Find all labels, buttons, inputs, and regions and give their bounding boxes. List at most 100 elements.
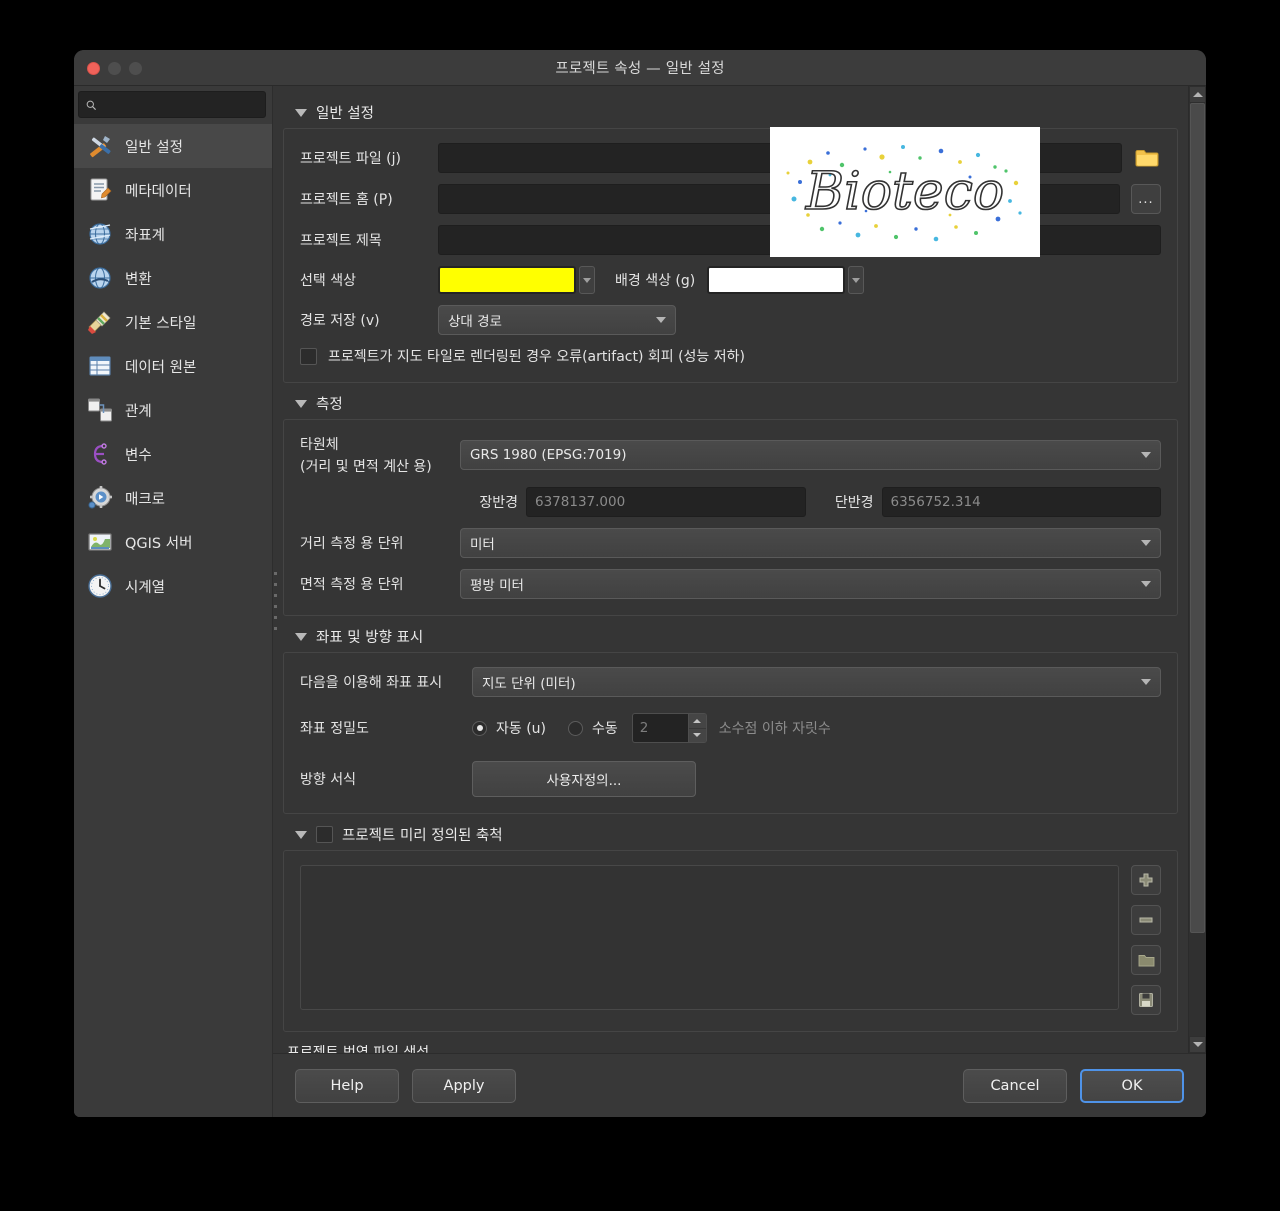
avoid-artifacts-checkbox[interactable] (300, 347, 317, 365)
scales-box (283, 850, 1178, 1032)
save-scales-button[interactable] (1131, 985, 1161, 1015)
minimize-button[interactable] (108, 61, 121, 75)
window-controls (87, 50, 142, 86)
scales-header[interactable]: 프로젝트 미리 정의된 축척 (295, 824, 1178, 845)
variables-icon (93, 443, 107, 465)
semi-minor-label: 단반경 (834, 495, 874, 511)
spinner-buttons (687, 713, 707, 743)
decimal-places-input[interactable] (631, 713, 688, 743)
bearing-format-custom-button[interactable]: 사용자정의... (472, 761, 696, 797)
vertical-scrollbar[interactable] (1188, 86, 1206, 1053)
background-color-swatch[interactable] (707, 266, 846, 294)
bioteco-logo: Bioteco (770, 127, 1040, 257)
search-box[interactable] (78, 91, 266, 118)
remove-scale-button[interactable] (1131, 905, 1161, 935)
distance-units-combo[interactable]: 미터 (460, 528, 1161, 558)
sidebar-item-default-styles[interactable]: 기본 스타일 (74, 300, 272, 344)
sidebar-item-label: QGIS 서버 (125, 535, 193, 552)
settings-sidebar: 일반 설정 메타데이터 좌표계 변환 기본 스타일 데이터 원본 관계 변수 매… (74, 86, 273, 1117)
selection-color-swatch[interactable] (438, 266, 576, 294)
collapse-triangle-icon[interactable] (295, 830, 307, 839)
precision-manual-radio[interactable] (568, 720, 584, 736)
sidebar-item-general[interactable]: 일반 설정 (74, 124, 272, 168)
save-paths-row: 경로 저장 (v) 상대 경로 (300, 305, 1161, 335)
server-map-icon (88, 533, 112, 551)
scales-list[interactable] (300, 865, 1119, 1010)
spinner-up-button[interactable] (688, 714, 706, 729)
measurement-header[interactable]: 측정 (295, 393, 1178, 414)
sidebar-item-label: 시계열 (125, 579, 166, 596)
help-button[interactable]: Help (295, 1068, 399, 1103)
plus-icon (1139, 873, 1153, 887)
footer-right-buttons: Cancel OK (963, 1068, 1184, 1103)
add-scale-button[interactable] (1131, 865, 1161, 895)
window-body: 일반 설정 메타데이터 좌표계 변환 기본 스타일 데이터 원본 관계 변수 매… (74, 86, 1206, 1117)
translation-title: 프로젝트 번역 파일 생성 (287, 1045, 430, 1053)
project-home-browse-button[interactable]: ... (1131, 184, 1161, 214)
ellipsoid-row: 타원체 (거리 및 면적 계산 용) GRS 1980 (EPSG:7019) (300, 434, 1161, 476)
sidebar-item-crs[interactable]: 좌표계 (74, 212, 272, 256)
ellipsoid-label-line1: 타원체 (300, 437, 339, 453)
distance-units-row: 거리 측정 용 단위 미터 (300, 528, 1161, 558)
collapse-triangle-icon[interactable] (295, 632, 307, 641)
sidebar-item-transform[interactable]: 변환 (74, 256, 272, 300)
spinner-down-button[interactable] (688, 728, 706, 742)
general-settings-header[interactable]: 일반 설정 (295, 102, 1178, 123)
open-scales-button[interactable] (1131, 945, 1161, 975)
ok-button[interactable]: OK (1080, 1068, 1184, 1103)
folder-icon (1138, 954, 1154, 966)
maximize-button[interactable] (129, 61, 142, 75)
collapse-triangle-icon[interactable] (295, 108, 307, 117)
scroll-thumb[interactable] (1190, 103, 1205, 934)
sidebar-item-label: 변수 (125, 447, 152, 464)
search-input[interactable] (102, 97, 258, 112)
decimal-places-label: 소수점 이하 자릿수 (718, 721, 831, 737)
decimal-places-spinner[interactable] (631, 713, 707, 743)
colors-row: 선택 색상 배경 색상 (g) (300, 266, 1161, 294)
scales-enable-checkbox[interactable] (316, 826, 333, 843)
project-file-browse-button[interactable] (1133, 144, 1161, 172)
background-color-label: 배경 색상 (g) (615, 273, 696, 289)
scales-title: 프로젝트 미리 정의된 축척 (342, 828, 503, 844)
area-units-value: 평방 미터 (470, 578, 524, 594)
globe-grid-icon (89, 223, 111, 245)
sidebar-item-qgis-server[interactable]: QGIS 서버 (74, 520, 272, 564)
sidebar-item-metadata[interactable]: 메타데이터 (74, 168, 272, 212)
sidebar-item-macros[interactable]: 매크로 (74, 476, 272, 520)
background-color-dropdown[interactable] (848, 266, 865, 294)
close-button[interactable] (87, 61, 100, 75)
precision-manual-label: 수동 (592, 721, 618, 737)
area-units-combo[interactable]: 평방 미터 (460, 569, 1161, 599)
sidebar-item-variables[interactable]: 변수 (74, 432, 272, 476)
display-using-value: 지도 단위 (미터) (482, 676, 576, 692)
coordinate-display-header[interactable]: 좌표 및 방향 표시 (295, 626, 1178, 647)
ellipsoid-combo[interactable]: GRS 1980 (EPSG:7019) (460, 440, 1161, 470)
sidebar-item-data-sources[interactable]: 데이터 원본 (74, 344, 272, 388)
precision-auto-radio[interactable] (472, 720, 487, 736)
sidebar-nav-list: 일반 설정 메타데이터 좌표계 변환 기본 스타일 데이터 원본 관계 변수 매… (74, 122, 272, 1117)
brush-icon (88, 311, 111, 334)
collapse-triangle-icon[interactable] (295, 399, 307, 408)
sidebar-item-relations[interactable]: 관계 (74, 388, 272, 432)
sidebar-item-label: 데이터 원본 (125, 359, 197, 376)
scroll-up-button[interactable] (1189, 86, 1206, 103)
measurement-box: 타원체 (거리 및 면적 계산 용) GRS 1980 (EPSG:7019) … (283, 419, 1178, 616)
semi-major-input[interactable] (526, 487, 806, 517)
scroll-track[interactable] (1189, 103, 1206, 1036)
minus-icon (1139, 917, 1153, 923)
sidebar-item-temporal[interactable]: 시계열 (74, 564, 272, 608)
footer-left-buttons: Help Apply (295, 1068, 516, 1103)
display-using-combo[interactable]: 지도 단위 (미터) (472, 667, 1161, 697)
save-paths-combo[interactable]: 상대 경로 (438, 305, 676, 335)
cancel-button[interactable]: Cancel (963, 1068, 1067, 1103)
semi-minor-input[interactable] (881, 487, 1161, 517)
selection-color-dropdown[interactable] (579, 266, 595, 294)
apply-button[interactable]: Apply (412, 1068, 516, 1103)
window-title: 프로젝트 속성 — 일반 설정 (555, 61, 725, 77)
scroll-down-button[interactable] (1189, 1036, 1206, 1053)
ellipsoid-value: GRS 1980 (EPSG:7019) (470, 447, 627, 463)
table-icon (89, 356, 111, 376)
svg-text:Bioteco: Bioteco (805, 162, 1004, 222)
sidebar-item-label: 일반 설정 (125, 139, 183, 156)
metadata-icon (90, 178, 112, 201)
